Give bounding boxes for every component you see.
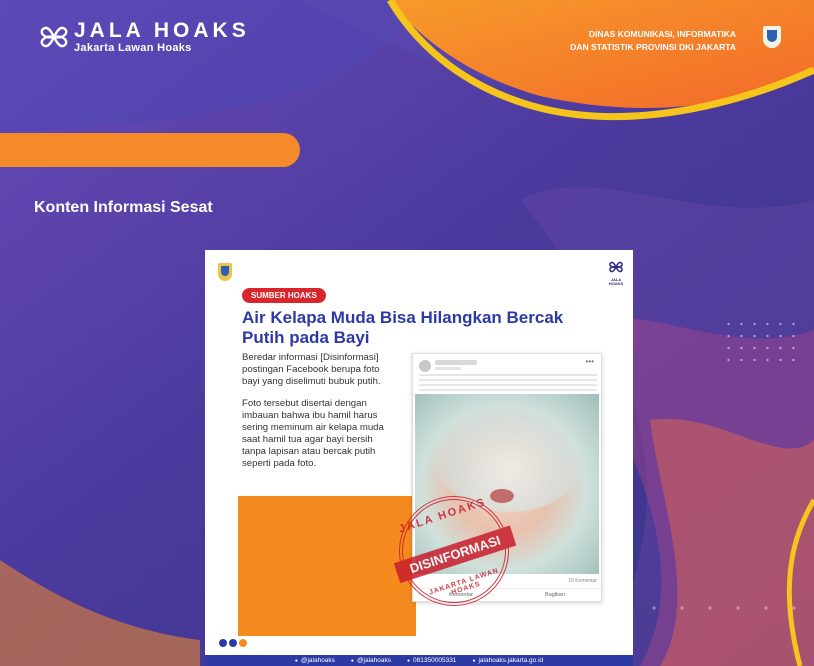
dki-jakarta-crest-icon (763, 26, 781, 48)
agency-line-1: DINAS KOMUNIKASI, INFORMATIKA (588, 29, 736, 39)
orange-pill-decoration (0, 133, 300, 167)
brand-name: JALA HOAKS (74, 19, 250, 42)
footer-website: jalahoaks.jakarta.go.id (472, 655, 543, 666)
card-logo-mark-icon (609, 261, 623, 273)
post-avatar (419, 360, 431, 372)
footer-instagram: @jalahoaks (295, 655, 335, 666)
baby-mouth (490, 489, 514, 503)
jala-hoaks-mark-icon (40, 26, 68, 48)
card-jala-hoaks-logo: JALA HOAKS (608, 260, 624, 286)
brand-tagline: Jakarta Lawan Hoaks (74, 42, 192, 54)
source-badge: SUMBER HOAKS (242, 288, 326, 303)
card-crest-icon (218, 263, 232, 281)
description-paragraph-2: Foto tersebut disertai dengan imbauan ba… (242, 398, 384, 469)
description-paragraph-1: Beredar informasi [Disinformasi] posting… (242, 352, 381, 387)
dot-pattern-right (722, 318, 802, 370)
card-footer: @jalahoaks @jalahoaks 081350005331 jalah… (205, 655, 633, 666)
share-action: Bagikan (545, 592, 565, 598)
hoax-description: Beredar informasi [Disinformasi] posting… (242, 352, 397, 470)
decorative-dots (219, 639, 247, 647)
dot-pattern-bottom (640, 594, 814, 634)
agency-line-2: DAN STATISTIK PROVINSI DKI JAKARTA (570, 42, 736, 52)
orange-block-decoration (238, 496, 416, 636)
footer-whatsapp: 081350005331 (407, 655, 456, 666)
hoax-headline: Air Kelapa Muda Bisa Hilangkan Bercak Pu… (242, 308, 564, 347)
section-title: Konten Informasi Sesat (34, 199, 213, 216)
post-time-blurred (435, 367, 461, 370)
more-options-icon: ••• (585, 357, 594, 366)
jala-hoaks-logo: JALA HOAKS Jakarta Lawan Hoaks (40, 20, 250, 54)
post-author-blurred (435, 360, 477, 365)
hoax-card: JALA HOAKS SUMBER HOAKS Air Kelapa Muda … (205, 250, 633, 666)
footer-twitter: @jalahoaks (351, 655, 391, 666)
post-caption-blurred (419, 374, 597, 392)
card-logo-text: JALA HOAKS (608, 277, 624, 286)
agency-name: DINAS KOMUNIKASI, INFORMATIKA DAN STATIS… (560, 28, 736, 54)
